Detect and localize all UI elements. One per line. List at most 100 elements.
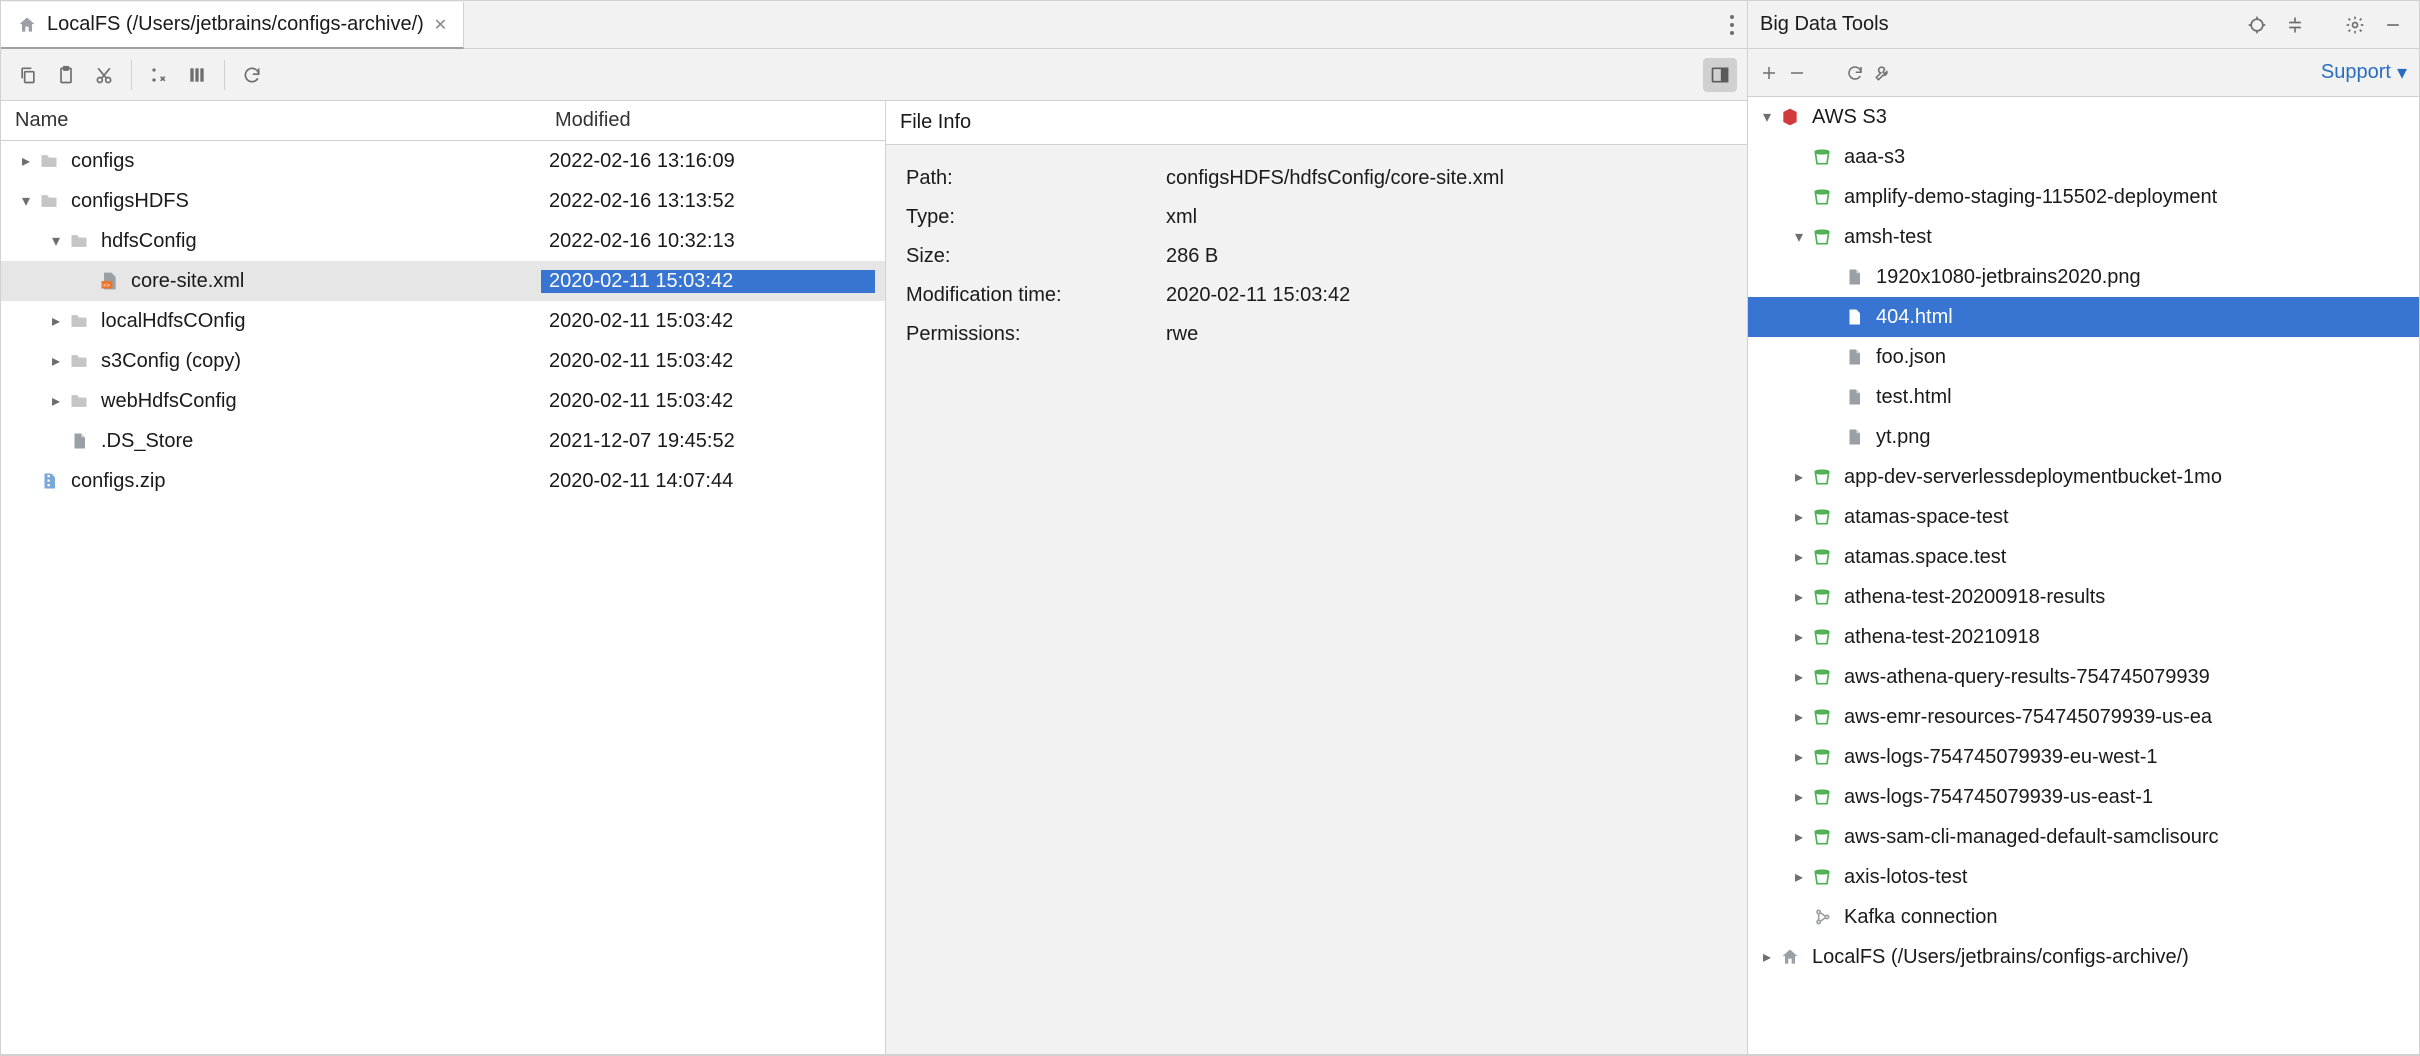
expand-arrow-icon[interactable]: ▸ bbox=[1788, 867, 1810, 887]
tab-bar: LocalFS (/Users/jetbrains/configs-archiv… bbox=[1, 1, 1747, 49]
info-val-path: configsHDFS/hdfsConfig/core-site.xml bbox=[1166, 167, 1727, 190]
tree-row[interactable]: ▸<>core-site.xml2020-02-11 15:03:42 bbox=[1, 261, 885, 301]
expand-arrow-icon[interactable]: ▸ bbox=[45, 351, 67, 371]
tab-title: LocalFS (/Users/jetbrains/configs-archiv… bbox=[47, 13, 424, 36]
expand-arrow-icon[interactable]: ▸ bbox=[45, 391, 67, 411]
connection-row[interactable]: ▸ aws-athena-query-results-754745079939 bbox=[1748, 657, 2419, 697]
file-icon bbox=[1842, 265, 1866, 289]
expand-arrow-icon[interactable]: ▾ bbox=[15, 191, 37, 211]
connection-row-label: aws-athena-query-results-754745079939 bbox=[1844, 666, 2210, 689]
tree-row[interactable]: ▸ s3Config (copy) 2020-02-11 15:03:42 bbox=[1, 341, 885, 381]
connection-row[interactable]: ▸atamas-space-test bbox=[1748, 497, 2419, 537]
tree-row[interactable]: ▸configs.zip2020-02-11 14:07:44 bbox=[1, 461, 885, 501]
right-panel: Big Data Tools Support▾ ▾AWS S3▸aaa-s3▸a… bbox=[1748, 0, 2420, 1055]
connection-row[interactable]: ▸aaa-s3 bbox=[1748, 137, 2419, 177]
tree-row-name: localHdfsCOnfig bbox=[101, 310, 246, 333]
tree-row[interactable]: ▸configs2022-02-16 13:16:09 bbox=[1, 141, 885, 181]
expand-arrow-icon[interactable]: ▸ bbox=[1788, 547, 1810, 567]
connection-row[interactable]: ▸atamas.space.test bbox=[1748, 537, 2419, 577]
close-icon[interactable]: ✕ bbox=[434, 15, 447, 35]
copy-icon[interactable] bbox=[11, 58, 45, 92]
expand-arrow-icon[interactable]: ▸ bbox=[15, 151, 37, 171]
tree-row[interactable]: ▸.DS_Store2021-12-07 19:45:52 bbox=[1, 421, 885, 461]
cut-icon[interactable] bbox=[87, 58, 121, 92]
expand-arrow-icon[interactable]: ▾ bbox=[1788, 227, 1810, 247]
info-key-path: Path: bbox=[906, 167, 1166, 190]
wrench-icon[interactable] bbox=[1874, 64, 1892, 82]
paste-icon[interactable] bbox=[49, 58, 83, 92]
gear-icon[interactable] bbox=[2341, 11, 2369, 39]
connection-row[interactable]: ▾amsh-test bbox=[1748, 217, 2419, 257]
tree-row-modified: 2020-02-11 14:07:44 bbox=[541, 470, 875, 493]
refresh-icon[interactable] bbox=[235, 58, 269, 92]
tree-row-name: s3Config (copy) bbox=[101, 350, 241, 373]
xml-icon: <> bbox=[97, 269, 121, 293]
expand-arrow-icon[interactable]: ▸ bbox=[1788, 787, 1810, 807]
info-val-perm: rwe bbox=[1166, 323, 1727, 346]
plus-icon[interactable] bbox=[1760, 64, 1778, 82]
connection-row[interactable]: ▸ aws-emr-resources-754745079939-us-ea bbox=[1748, 697, 2419, 737]
sidebar-right-icon[interactable] bbox=[1703, 58, 1737, 92]
connection-row-label: AWS S3 bbox=[1812, 106, 1887, 129]
expand-arrow-icon[interactable]: ▸ bbox=[1788, 747, 1810, 767]
expand-arrow-icon[interactable]: ▸ bbox=[1788, 707, 1810, 727]
connection-row[interactable]: ▸yt.png bbox=[1748, 417, 2419, 457]
connection-row[interactable]: ▸aws-logs-754745079939-eu-west-1 bbox=[1748, 737, 2419, 777]
expand-arrow-icon[interactable]: ▸ bbox=[1788, 507, 1810, 527]
bucket-icon bbox=[1810, 705, 1834, 729]
expand-arrow-icon[interactable]: ▸ bbox=[45, 311, 67, 331]
refresh-icon[interactable] bbox=[1846, 64, 1864, 82]
expand-arrow-icon[interactable]: ▾ bbox=[45, 231, 67, 251]
connection-row[interactable]: ▸app-dev-serverlessdeploymentbucket-1mo bbox=[1748, 457, 2419, 497]
expand-arrow-icon[interactable]: ▸ bbox=[1788, 627, 1810, 647]
connections-tree[interactable]: ▾AWS S3▸aaa-s3▸amplify-demo-staging-1155… bbox=[1748, 97, 2419, 1054]
target-icon[interactable] bbox=[2243, 11, 2271, 39]
tree-row[interactable]: ▾configsHDFS2022-02-16 13:13:52 bbox=[1, 181, 885, 221]
connection-row[interactable]: ▸test.html bbox=[1748, 377, 2419, 417]
connection-row[interactable]: ▾ AWS S3 bbox=[1748, 97, 2419, 137]
connection-row[interactable]: ▸1920x1080-jetbrains2020.png bbox=[1748, 257, 2419, 297]
column-header-name[interactable]: Name bbox=[15, 109, 555, 132]
columns-icon[interactable] bbox=[180, 58, 214, 92]
bucket-icon bbox=[1810, 505, 1834, 529]
file-icon bbox=[1842, 425, 1866, 449]
tree-row-modified: 2020-02-11 15:03:42 bbox=[541, 350, 875, 373]
expand-arrow-icon[interactable]: ▸ bbox=[1788, 467, 1810, 487]
tree-options-icon[interactable] bbox=[142, 58, 176, 92]
connection-row-label: yt.png bbox=[1876, 426, 1930, 449]
connection-row[interactable]: ▸foo.json bbox=[1748, 337, 2419, 377]
expand-arrow-icon[interactable]: ▸ bbox=[1756, 947, 1778, 967]
connection-row[interactable]: ▸404.html bbox=[1748, 297, 2419, 337]
tree-row[interactable]: ▸webHdfsConfig2020-02-11 15:03:42 bbox=[1, 381, 885, 421]
tree-row[interactable]: ▾hdfsConfig2022-02-16 10:32:13 bbox=[1, 221, 885, 261]
expand-arrow-icon[interactable]: ▸ bbox=[1788, 667, 1810, 687]
tab-localfs[interactable]: LocalFS (/Users/jetbrains/configs-archiv… bbox=[1, 2, 464, 49]
tree-rows[interactable]: ▸configs2022-02-16 13:16:09▾configsHDFS2… bbox=[1, 141, 885, 1054]
left-panel: LocalFS (/Users/jetbrains/configs-archiv… bbox=[0, 0, 1748, 1055]
connection-row-label: athena-test-20210918 bbox=[1844, 626, 2040, 649]
connection-row[interactable]: ▸ athena-test-20210918 bbox=[1748, 617, 2419, 657]
connection-row[interactable]: ▸aws-logs-754745079939-us-east-1 bbox=[1748, 777, 2419, 817]
connection-row[interactable]: ▸LocalFS (/Users/jetbrains/configs-archi… bbox=[1748, 937, 2419, 977]
tree-row[interactable]: ▸localHdfsCOnfig2020-02-11 15:03:42 bbox=[1, 301, 885, 341]
minus-icon[interactable] bbox=[1788, 64, 1806, 82]
connection-row[interactable]: ▸axis-lotos-test bbox=[1748, 857, 2419, 897]
minimize-icon[interactable] bbox=[2379, 11, 2407, 39]
column-header-modified[interactable]: Modified bbox=[555, 109, 871, 132]
collapse-icon[interactable] bbox=[2281, 11, 2309, 39]
connection-row[interactable]: ▸athena-test-20200918-results bbox=[1748, 577, 2419, 617]
chevron-down-icon: ▾ bbox=[2397, 60, 2407, 85]
connection-row-label: amplify-demo-staging-115502-deployment bbox=[1844, 186, 2217, 209]
support-label: Support bbox=[2321, 61, 2391, 84]
connection-row-label: aws-emr-resources-754745079939-us-ea bbox=[1844, 706, 2212, 729]
expand-arrow-icon[interactable]: ▸ bbox=[1788, 587, 1810, 607]
connection-row[interactable]: ▸aws-sam-cli-managed-default-samclisourc bbox=[1748, 817, 2419, 857]
connection-row-label: 1920x1080-jetbrains2020.png bbox=[1876, 266, 2141, 289]
expand-arrow-icon[interactable]: ▾ bbox=[1756, 107, 1778, 127]
connection-row[interactable]: ▸amplify-demo-staging-115502-deployment bbox=[1748, 177, 2419, 217]
connection-row[interactable]: ▸Kafka connection bbox=[1748, 897, 2419, 937]
support-link[interactable]: Support ▾ bbox=[2321, 60, 2407, 85]
zip-icon bbox=[37, 469, 61, 493]
expand-arrow-icon[interactable]: ▸ bbox=[1788, 827, 1810, 847]
tab-menu-icon[interactable] bbox=[1717, 1, 1747, 48]
